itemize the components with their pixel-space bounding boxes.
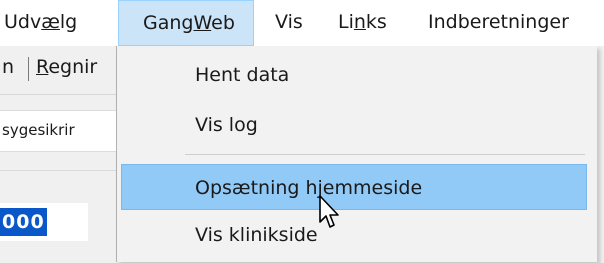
menu-item-label: Vis log bbox=[195, 114, 258, 136]
background-toolbar: n Regnir bbox=[0, 46, 118, 95]
menu-separator bbox=[185, 154, 585, 155]
menu-label-accel: æ bbox=[41, 11, 60, 33]
menu-gangweb[interactable]: GangWeb bbox=[118, 0, 254, 46]
gangweb-dropdown-menu: Hent data Vis log Opsætning hjemmeside V… bbox=[116, 46, 597, 262]
menu-item-label: Vis klinikside bbox=[195, 224, 318, 246]
menu-item-opsaetning-hjemmeside[interactable]: Opsætning hjemmeside bbox=[121, 164, 587, 210]
menu-label: Gang bbox=[143, 12, 194, 34]
toolbar-button-accel: R bbox=[36, 56, 49, 78]
menu-label: Indberetninger bbox=[428, 11, 569, 33]
menu-label: ks bbox=[365, 11, 387, 33]
toolbar-button-label: egnir bbox=[48, 56, 98, 78]
menu-label: lg bbox=[59, 11, 78, 33]
toolbar-separator bbox=[28, 57, 29, 81]
sygesikring-label: sygesikrir bbox=[2, 121, 75, 139]
menu-vis[interactable]: Vis bbox=[275, 0, 303, 46]
menu-label: Udv bbox=[4, 11, 42, 33]
menu-item-vis-klinikside[interactable]: Vis klinikside bbox=[121, 212, 587, 258]
menu-bar: Udvælg GangWeb Vis Links Indberetninger bbox=[0, 0, 604, 46]
menu-label: Li bbox=[338, 11, 354, 33]
menu-label: eb bbox=[211, 12, 235, 34]
menu-udvaelg[interactable]: Udvælg bbox=[4, 0, 77, 46]
menu-label-accel: W bbox=[193, 12, 212, 34]
toolbar-fragment-left: n bbox=[2, 56, 15, 78]
menu-item-label: Hent data bbox=[195, 64, 290, 86]
menu-label-accel: n bbox=[353, 11, 366, 33]
menu-item-label: Opsætning hjemmeside bbox=[195, 177, 423, 199]
value-input[interactable]: 000 bbox=[0, 203, 88, 241]
toolbar-button-regnir[interactable]: Regnir bbox=[36, 56, 97, 78]
background-field-row: sygesikrir bbox=[0, 110, 118, 152]
menu-item-vis-log[interactable]: Vis log bbox=[121, 102, 587, 148]
mouse-cursor-icon bbox=[319, 195, 339, 228]
selected-text: 000 bbox=[0, 208, 47, 236]
menu-item-hent-data[interactable]: Hent data bbox=[121, 52, 587, 98]
menu-indberetninger[interactable]: Indberetninger bbox=[428, 0, 569, 46]
menu-links[interactable]: Links bbox=[338, 0, 387, 46]
menu-label: Vis bbox=[275, 11, 303, 33]
